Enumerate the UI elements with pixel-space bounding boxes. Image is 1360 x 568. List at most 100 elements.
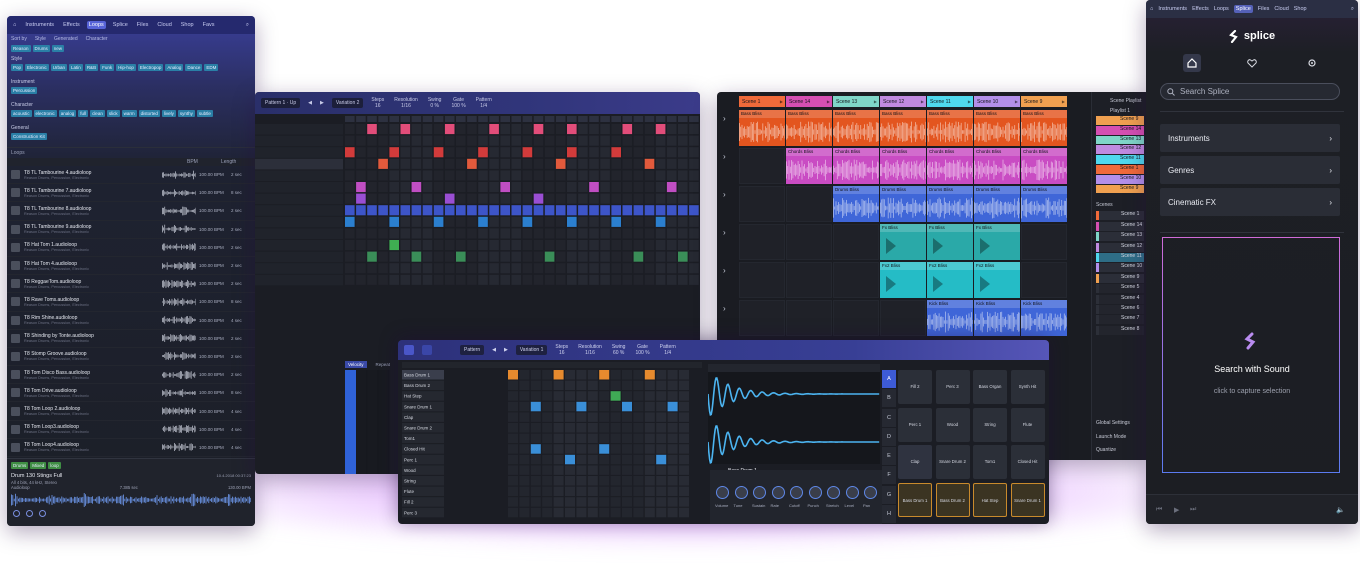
step-cell[interactable] xyxy=(400,216,411,227)
step-cell[interactable] xyxy=(519,444,530,454)
step-cell[interactable] xyxy=(444,274,455,285)
step-cell[interactable] xyxy=(500,251,510,262)
step-cell[interactable] xyxy=(522,135,533,146)
step-cell[interactable] xyxy=(378,228,388,239)
menu-item-instruments[interactable]: Instruments › xyxy=(1160,124,1340,152)
step-cell[interactable] xyxy=(444,263,455,274)
step-cell[interactable] xyxy=(489,216,499,227)
step-cell[interactable] xyxy=(656,476,667,486)
step-cell[interactable] xyxy=(511,228,522,239)
step-cell[interactable] xyxy=(489,240,499,251)
step-cell[interactable] xyxy=(378,170,388,181)
step-cell[interactable] xyxy=(666,135,677,146)
loop-waveform[interactable] xyxy=(162,206,196,216)
step-cell[interactable] xyxy=(345,274,355,285)
step-cell[interactable] xyxy=(600,158,610,169)
step-cell[interactable] xyxy=(622,147,633,158)
step-cell[interactable] xyxy=(411,193,422,204)
step-cell[interactable] xyxy=(689,182,699,193)
step-cell[interactable] xyxy=(589,228,599,239)
step-cell[interactable] xyxy=(576,412,587,422)
step-cell[interactable] xyxy=(655,228,666,239)
step-cell[interactable] xyxy=(587,497,598,507)
list-item[interactable]: T8 TL Tambourine 9.audioloop Reason Drums… xyxy=(7,221,255,239)
empty-slot[interactable] xyxy=(739,300,785,336)
step-cell[interactable] xyxy=(500,170,510,181)
step-cell[interactable] xyxy=(555,135,566,146)
step-cell[interactable] xyxy=(611,193,621,204)
step-cell[interactable] xyxy=(589,158,599,169)
step-cell[interactable] xyxy=(345,240,355,251)
active-step[interactable] xyxy=(611,216,621,227)
track-arrow-icon[interactable]: › xyxy=(723,304,726,342)
play-icon[interactable]: ▶ xyxy=(1174,506,1179,514)
playlist-scene[interactable]: Scene 9 xyxy=(1096,184,1144,194)
active-step[interactable] xyxy=(622,205,633,216)
track-arrow-icon[interactable]: › xyxy=(723,152,726,190)
step-cell[interactable] xyxy=(378,147,388,158)
step-cell[interactable] xyxy=(345,135,355,146)
step-cell[interactable] xyxy=(533,228,544,239)
step-cell[interactable] xyxy=(367,135,377,146)
bank-a-button[interactable]: A xyxy=(882,370,896,388)
track-header[interactable] xyxy=(255,205,343,216)
tag-chip[interactable]: Dance xyxy=(185,64,203,71)
step-cell[interactable] xyxy=(542,486,553,497)
loop-waveform[interactable] xyxy=(162,170,196,180)
step-cell[interactable] xyxy=(633,135,644,146)
step-cell[interactable] xyxy=(587,486,598,497)
param-swing[interactable]: Swing 60 % xyxy=(612,344,626,356)
active-step[interactable] xyxy=(478,205,488,216)
gear-icon[interactable] xyxy=(1303,54,1321,72)
playlist-scene[interactable]: Scene 14 xyxy=(1096,125,1144,135)
step-cell[interactable] xyxy=(567,228,577,239)
active-step[interactable] xyxy=(530,444,541,454)
step-cell[interactable] xyxy=(689,124,699,135)
empty-slot[interactable] xyxy=(739,186,785,222)
clip[interactable]: Fx Bliss xyxy=(880,224,926,260)
step-cell[interactable] xyxy=(356,124,366,135)
tag-chip[interactable]: distorted xyxy=(138,110,160,117)
step-cell[interactable] xyxy=(356,251,366,262)
playlist-scene[interactable]: Scene 12 xyxy=(1096,145,1144,155)
step-cell[interactable] xyxy=(599,497,610,507)
active-step[interactable] xyxy=(378,205,388,216)
step-cell[interactable] xyxy=(578,240,588,251)
step-cell[interactable] xyxy=(589,193,599,204)
step-cell[interactable] xyxy=(508,423,518,433)
clip[interactable]: Fx2 Bliss xyxy=(927,262,973,298)
loop-waveform[interactable] xyxy=(162,261,196,271)
step-cell[interactable] xyxy=(644,401,655,412)
step-cell[interactable] xyxy=(644,274,655,285)
step-cell[interactable] xyxy=(587,391,598,401)
step-cell[interactable] xyxy=(530,507,541,518)
step-cell[interactable] xyxy=(565,465,575,475)
step-cell[interactable] xyxy=(530,497,541,507)
step-cell[interactable] xyxy=(500,158,510,169)
active-step[interactable] xyxy=(456,205,466,216)
step-cell[interactable] xyxy=(578,124,588,135)
active-step[interactable] xyxy=(553,370,564,380)
step-cell[interactable] xyxy=(456,170,466,181)
step-cell[interactable] xyxy=(444,240,455,251)
step-cell[interactable] xyxy=(599,486,610,497)
scene-list-item[interactable]: Scene 8 xyxy=(1096,325,1144,335)
step-cell[interactable] xyxy=(356,240,366,251)
step-cell[interactable] xyxy=(567,263,577,274)
active-step[interactable] xyxy=(433,205,444,216)
list-item[interactable]: T8 Rave Toms.audioloop Reason Drums, Perc… xyxy=(7,293,255,312)
step-cell[interactable] xyxy=(599,476,610,486)
nav-loops[interactable]: Loops xyxy=(1214,6,1229,12)
active-step[interactable] xyxy=(389,147,399,158)
step-cell[interactable] xyxy=(345,158,355,169)
list-item[interactable]: T8 Tom Disco Bass.audioloop Reason Drums,… xyxy=(7,366,255,385)
step-cell[interactable] xyxy=(367,274,377,285)
scene-list-item[interactable]: Scene 13 xyxy=(1096,232,1144,242)
step-cell[interactable] xyxy=(356,263,366,274)
scene-header-4[interactable]: Scene 12 xyxy=(880,96,926,107)
step-cell[interactable] xyxy=(367,170,377,181)
step-cell[interactable] xyxy=(644,147,655,158)
step-cell[interactable] xyxy=(533,135,544,146)
search-icon[interactable]: ⌕ xyxy=(244,21,251,30)
step-cell[interactable] xyxy=(356,158,366,169)
